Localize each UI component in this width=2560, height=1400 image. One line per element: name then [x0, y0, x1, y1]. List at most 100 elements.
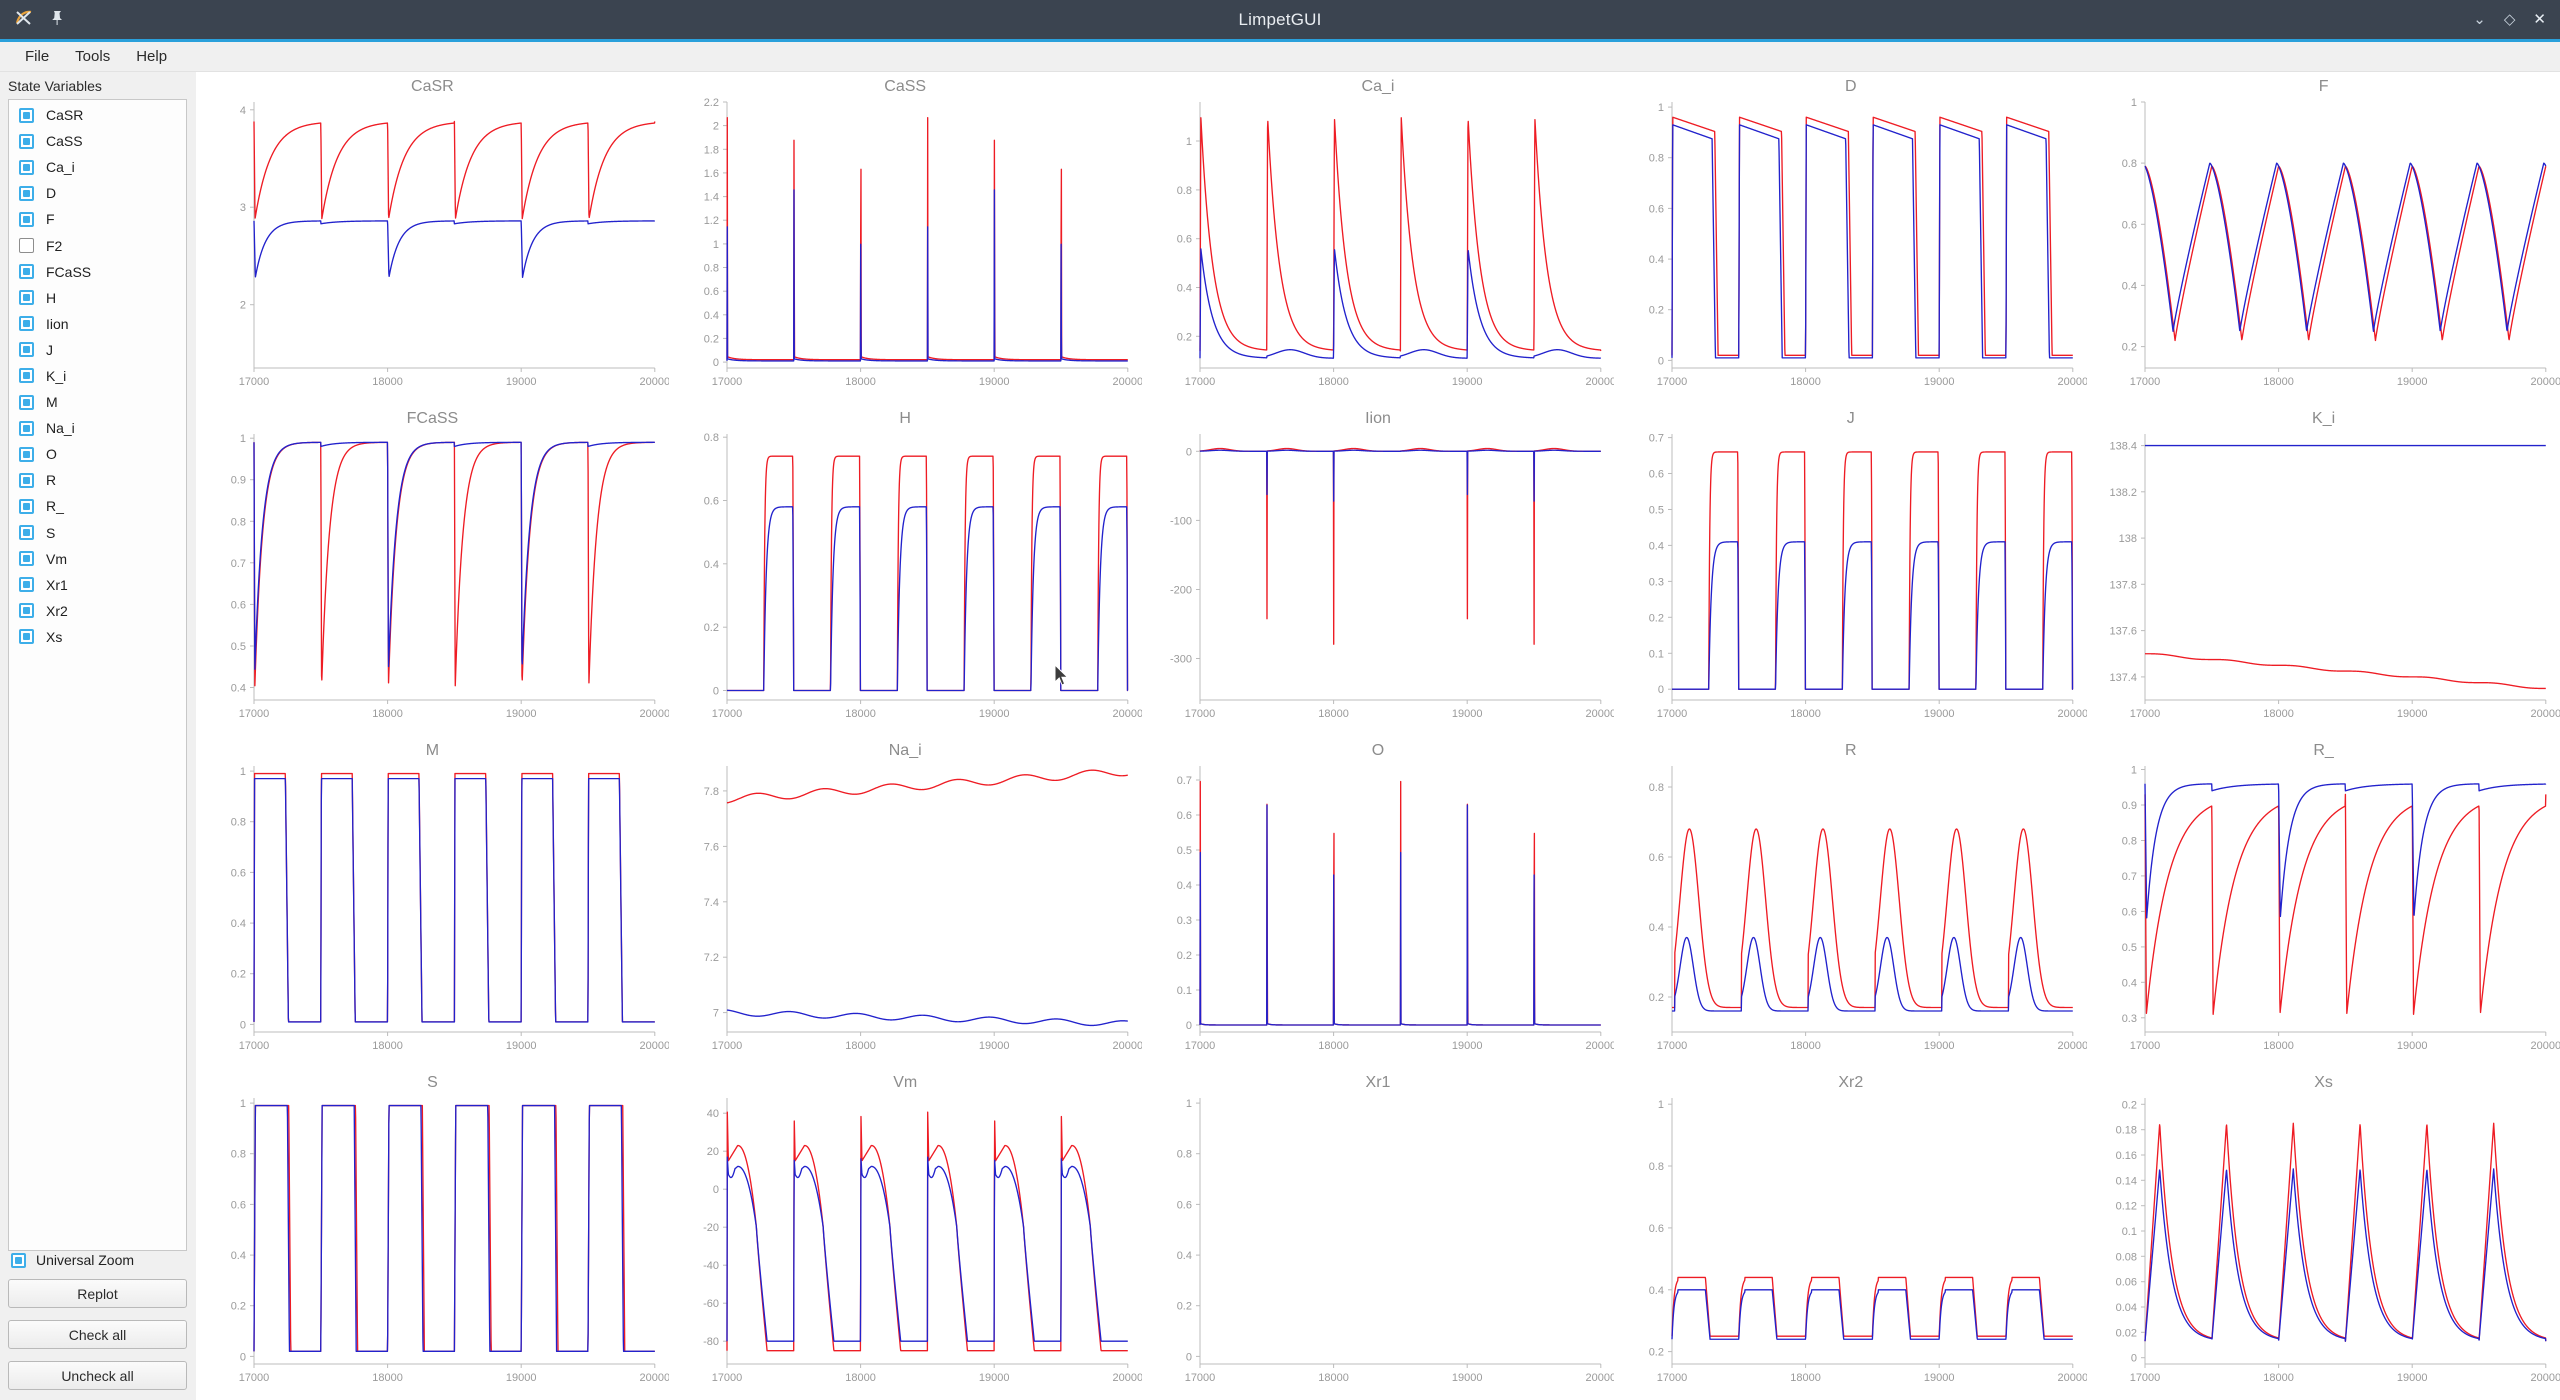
state-variable-row[interactable]: O: [9, 441, 186, 467]
y-tick-label: 1.6: [704, 168, 719, 180]
state-variable-checkbox[interactable]: [19, 108, 34, 123]
x-tick-label: 19000: [1924, 1040, 1955, 1052]
close-icon[interactable]: ✕: [2533, 12, 2546, 27]
state-variable-checkbox[interactable]: [19, 212, 34, 227]
plot-cell-xr1[interactable]: Xr100.20.40.60.8117000180001900020000: [1142, 1068, 1615, 1400]
plot-cell-casr[interactable]: CaSR23417000180001900020000: [196, 72, 669, 404]
state-variable-checkbox[interactable]: [19, 603, 34, 618]
state-variable-row[interactable]: Vm: [9, 546, 186, 572]
plot-series-series_2: [1672, 938, 2073, 1012]
y-tick-label: 0.6: [1649, 852, 1664, 864]
plot-cell-nai[interactable]: Na_i77.27.47.67.817000180001900020000: [669, 736, 1142, 1068]
plot-cell-xr2[interactable]: Xr20.20.40.60.8117000180001900020000: [1614, 1068, 2087, 1400]
replot-button[interactable]: Replot: [8, 1279, 187, 1308]
state-variable-checkbox[interactable]: [19, 629, 34, 644]
x-tick-label: 18000: [1318, 1372, 1349, 1384]
state-variable-checkbox[interactable]: [19, 264, 34, 279]
plot-cell-cai[interactable]: Ca_i0.20.40.60.8117000180001900020000: [1142, 72, 1615, 404]
state-variable-checkbox[interactable]: [19, 473, 34, 488]
state-variable-row[interactable]: CaSS: [9, 128, 186, 154]
plot-cell-s[interactable]: S00.20.40.60.8117000180001900020000: [196, 1068, 669, 1400]
y-tick-label: 0.5: [1176, 845, 1191, 857]
y-tick-label: 0.4: [1649, 922, 1664, 934]
state-variable-row[interactable]: Xs: [9, 624, 186, 650]
y-tick-label: 0: [240, 1019, 246, 1031]
state-variable-row[interactable]: CaSR: [9, 102, 186, 128]
plot-cell-xs[interactable]: Xs00.020.040.060.080.10.120.140.160.180.…: [2087, 1068, 2560, 1400]
plot-cell-o[interactable]: O00.10.20.30.40.50.60.717000180001900020…: [1142, 736, 1615, 1068]
state-variable-row[interactable]: Xr2: [9, 598, 186, 624]
plot-cell-h[interactable]: H00.20.40.60.817000180001900020000: [669, 404, 1142, 736]
state-variable-row[interactable]: M: [9, 389, 186, 415]
plot-svg: 0.20.40.60.8117000180001900020000: [1142, 72, 1615, 404]
plot-cell-fcass[interactable]: FCaSS0.40.50.60.70.80.911700018000190002…: [196, 404, 669, 736]
state-variable-label: Xr2: [46, 603, 68, 619]
plot-series-series_2: [1672, 1290, 2073, 1339]
state-variable-checkbox[interactable]: [19, 368, 34, 383]
state-variable-row[interactable]: Iion: [9, 311, 186, 337]
state-variables-list[interactable]: CaSRCaSSCa_iDFF2FCaSSHIionJK_iMNa_iORR_S…: [8, 99, 187, 1251]
state-variable-row[interactable]: J: [9, 337, 186, 363]
plot-series-series_2: [727, 1157, 1128, 1341]
state-variable-checkbox[interactable]: [19, 421, 34, 436]
plot-cell-iion[interactable]: Iion0-100-200-30017000180001900020000: [1142, 404, 1615, 736]
state-variable-row[interactable]: FCaSS: [9, 259, 186, 285]
y-tick-label: 0.7: [2122, 871, 2137, 883]
plot-cell-r[interactable]: R_0.30.40.50.60.70.80.911700018000190002…: [2087, 736, 2560, 1068]
state-variable-checkbox[interactable]: [19, 395, 34, 410]
state-variable-row[interactable]: R: [9, 467, 186, 493]
maximize-icon[interactable]: ◇: [2504, 12, 2516, 27]
main-body: State Variables CaSRCaSSCa_iDFF2FCaSSHIi…: [0, 72, 2560, 1400]
state-variable-row[interactable]: Na_i: [9, 415, 186, 441]
y-tick-label: 0.4: [2122, 280, 2137, 292]
x-tick-label: 20000: [2531, 1040, 2560, 1052]
y-tick-label: 138.2: [2110, 487, 2138, 499]
plot-cell-m[interactable]: M00.20.40.60.8117000180001900020000: [196, 736, 669, 1068]
universal-zoom-row[interactable]: Universal Zoom: [8, 1252, 188, 1268]
state-variable-row[interactable]: Ca_i: [9, 154, 186, 180]
state-variable-checkbox[interactable]: [19, 499, 34, 514]
state-variable-row[interactable]: S: [9, 520, 186, 546]
menu-help[interactable]: Help: [123, 45, 180, 68]
menu-tools[interactable]: Tools: [62, 45, 123, 68]
state-variable-label: Xr1: [46, 577, 68, 593]
universal-zoom-checkbox[interactable]: [11, 1253, 26, 1268]
state-variable-checkbox[interactable]: [19, 551, 34, 566]
state-variable-checkbox[interactable]: [19, 134, 34, 149]
y-tick-label: 0.2: [2122, 1099, 2137, 1111]
check-all-button[interactable]: Check all: [8, 1320, 187, 1349]
state-variable-row[interactable]: R_: [9, 493, 186, 519]
state-variable-row[interactable]: D: [9, 180, 186, 206]
uncheck-all-button[interactable]: Uncheck all: [8, 1361, 187, 1390]
plot-cell-f[interactable]: F0.20.40.60.8117000180001900020000: [2087, 72, 2560, 404]
menu-file[interactable]: File: [12, 45, 62, 68]
state-variable-row[interactable]: K_i: [9, 363, 186, 389]
plot-cell-cass[interactable]: CaSS00.20.40.60.811.21.41.61.822.2170001…: [669, 72, 1142, 404]
state-variable-checkbox[interactable]: [19, 186, 34, 201]
plot-cell-ki[interactable]: K_i137.4137.6137.8138138.2138.4170001800…: [2087, 404, 2560, 736]
state-variable-checkbox[interactable]: [19, 447, 34, 462]
y-tick-label: 0: [2131, 1353, 2137, 1365]
plot-cell-d[interactable]: D00.20.40.60.8117000180001900020000: [1614, 72, 2087, 404]
state-variable-row[interactable]: H: [9, 285, 186, 311]
state-variable-checkbox[interactable]: [19, 160, 34, 175]
y-tick-label: 0.1: [2122, 1226, 2137, 1238]
state-variable-checkbox[interactable]: [19, 342, 34, 357]
state-variable-checkbox[interactable]: [19, 238, 34, 253]
state-variable-checkbox[interactable]: [19, 577, 34, 592]
y-tick-label: 7: [713, 1008, 719, 1020]
y-tick-label: 0.6: [231, 599, 246, 611]
pin-icon[interactable]: [48, 9, 66, 31]
plot-cell-j[interactable]: J00.10.20.30.40.50.60.717000180001900020…: [1614, 404, 2087, 736]
minimize-icon[interactable]: ⌄: [2473, 12, 2486, 27]
y-tick-label: 0.8: [1176, 1149, 1191, 1161]
state-variable-checkbox[interactable]: [19, 290, 34, 305]
state-variable-row[interactable]: F2: [9, 232, 186, 258]
plot-cell-r[interactable]: R0.20.40.60.817000180001900020000: [1614, 736, 2087, 1068]
state-variable-checkbox[interactable]: [19, 525, 34, 540]
plot-cell-vm[interactable]: Vm40200-20-40-60-8017000180001900020000: [669, 1068, 1142, 1400]
y-tick-label: 40: [707, 1108, 719, 1120]
state-variable-row[interactable]: Xr1: [9, 572, 186, 598]
state-variable-checkbox[interactable]: [19, 316, 34, 331]
state-variable-row[interactable]: F: [9, 206, 186, 232]
